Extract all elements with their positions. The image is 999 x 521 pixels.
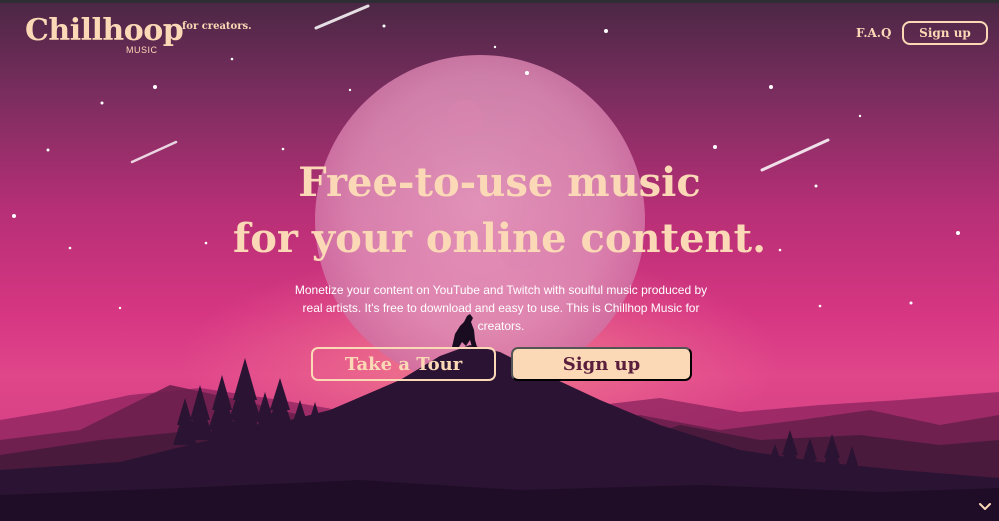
hero-section: Chillhoop MUSIC for creators. F.A.Q Sign… — [0, 0, 999, 521]
hero-signup-button[interactable]: Sign up — [511, 347, 692, 381]
brand-logo[interactable]: Chillhoop MUSIC for creators. — [25, 13, 252, 56]
hero-title-line-2: for your online content. — [232, 215, 767, 262]
nav-faq-link[interactable]: F.A.Q — [856, 26, 891, 40]
nav-signup-button[interactable]: Sign up — [902, 21, 988, 45]
hero-title-line-1: Free-to-use music — [298, 159, 701, 206]
chevron-down-icon[interactable] — [978, 500, 992, 514]
brand-sub: MUSIC — [126, 45, 158, 55]
hero-title: Free-to-use music for your online conten… — [0, 155, 999, 267]
brand-name: Chillhoop — [25, 13, 184, 48]
take-a-tour-button[interactable]: Take a Tour — [311, 347, 496, 381]
hero-description: Monetize your content on YouTube and Twi… — [294, 283, 708, 333]
brand-tagline: for creators. — [182, 21, 252, 32]
